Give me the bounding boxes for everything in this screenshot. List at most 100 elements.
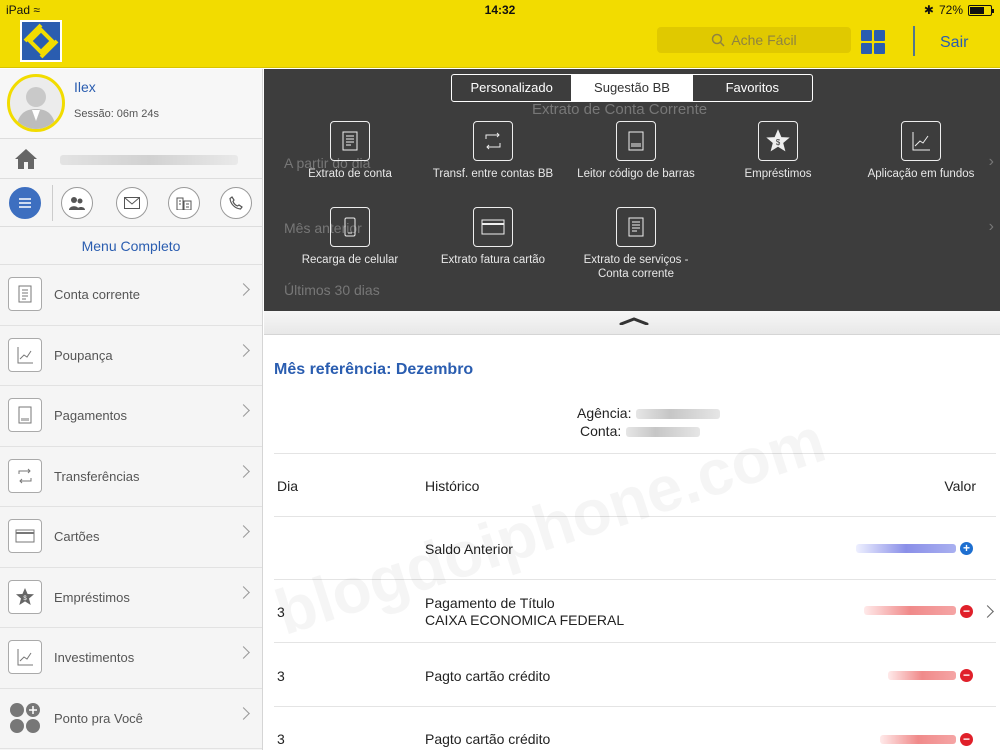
sidebar: Ilex Sessão: 06m 24s Menu Completo Conta… (0, 69, 263, 750)
value-redacted (880, 735, 956, 744)
search-icon (712, 33, 725, 47)
nav-label: Transferências (54, 468, 140, 484)
nav-item-poupanca[interactable]: Poupança (0, 326, 262, 386)
app-header: Ache Fácil Sair (0, 20, 1000, 68)
battery-percent: 72% (938, 3, 963, 17)
status-right: ✱ 72% (923, 3, 994, 17)
ghost-option: Últimos 30 dias (284, 282, 380, 298)
nav-item-emprestimos[interactable]: $ Empréstimos (0, 568, 262, 628)
barcode-icon (8, 398, 42, 432)
account-redacted (626, 427, 700, 437)
nav-item-pagamentos[interactable]: Pagamentos (0, 386, 262, 447)
bluetooth-icon: ✱ (923, 3, 934, 17)
chart-icon (8, 337, 42, 372)
chevron-up-icon (619, 317, 649, 325)
agencies-shortcut-button[interactable] (168, 187, 200, 219)
header-history: Histórico (425, 478, 480, 494)
minus-circle-icon: − (960, 605, 973, 618)
statement-icon (330, 121, 370, 161)
action-label: Aplicação em fundos (867, 168, 975, 180)
statement-icon (616, 207, 656, 247)
session-timer: Sessão: 06m 24s (74, 108, 159, 120)
nav-label: Ponto pra Você (54, 710, 143, 726)
action-transf-entre-contas[interactable]: Transf. entre contas BB (413, 121, 573, 181)
action-extrato-servicos[interactable]: Extrato de serviços - Conta corrente (556, 207, 716, 281)
value-redacted (864, 606, 956, 615)
barcode-icon (616, 121, 656, 161)
tab-personalizado[interactable]: Personalizado (452, 75, 573, 101)
card-icon (473, 207, 513, 247)
chevron-right-icon (237, 404, 250, 417)
search-input[interactable]: Ache Fácil (657, 27, 851, 53)
chevron-right-icon (237, 646, 250, 659)
value-redacted (856, 544, 956, 553)
nav-item-transferencias[interactable]: Transferências (0, 447, 262, 507)
menu-shortcut-button[interactable] (9, 187, 41, 219)
bb-logo[interactable] (20, 20, 62, 62)
action-extrato-conta[interactable]: Extrato de conta (270, 121, 430, 181)
row-history: Pagamento de Título (425, 595, 555, 611)
user-name: Ilex (74, 79, 96, 95)
nav-item-ponto-pra-voce[interactable]: Ponto pra Você (0, 689, 262, 749)
plus-circle-icon: + (960, 542, 973, 555)
row-day: 3 (277, 668, 285, 684)
account-info-redacted (60, 155, 238, 165)
phone-icon (229, 196, 243, 210)
menu-complete-title[interactable]: Menu Completo (0, 227, 262, 265)
star-money-icon: $ (758, 121, 798, 161)
action-label: Leitor código de barras (577, 168, 695, 180)
people-icon (69, 197, 85, 210)
chevron-right-icon (237, 585, 250, 599)
action-extrato-fatura-cartao[interactable]: Extrato fatura cartão (413, 207, 573, 267)
quick-actions-overlay: Extrato de Conta Corrente A partir do di… (264, 69, 1000, 311)
row-history: Saldo Anterior (425, 541, 513, 557)
messages-shortcut-button[interactable] (116, 187, 148, 219)
row-history-detail: CAIXA ECONOMICA FEDERAL (425, 612, 625, 628)
contacts-shortcut-button[interactable] (61, 187, 93, 219)
chevron-right-icon: › (988, 218, 994, 235)
investment-chart-icon (8, 640, 42, 674)
grid-menu-icon[interactable] (861, 30, 885, 54)
action-label: Recarga de celular (301, 254, 399, 266)
header-value: Valor (944, 478, 976, 494)
profile-section[interactable]: Ilex Sessão: 06m 24s (0, 69, 262, 139)
action-leitor-codigo[interactable]: Leitor código de barras (556, 121, 716, 181)
mobile-phone-icon (330, 207, 370, 247)
ghost-title: Extrato de Conta Corrente (532, 101, 708, 118)
transfer-icon (473, 121, 513, 161)
divider (274, 453, 996, 454)
shortcut-divider (52, 185, 53, 221)
shortcut-row (0, 179, 262, 227)
tab-favoritos[interactable]: Favoritos (693, 75, 812, 101)
phone-shortcut-button[interactable] (220, 187, 252, 219)
nav-item-conta-corrente[interactable]: Conta corrente (0, 265, 262, 326)
nav-item-cartoes[interactable]: Cartões (0, 507, 262, 568)
minus-circle-icon: − (960, 669, 973, 682)
chevron-right-icon (237, 706, 250, 720)
logout-button[interactable]: Sair (940, 34, 968, 52)
divider (274, 516, 996, 517)
action-label: Extrato de conta (308, 168, 392, 180)
building-icon (176, 197, 192, 210)
header-divider (913, 26, 915, 56)
action-emprestimos[interactable]: $ Empréstimos (698, 121, 858, 181)
overlay-handle-bar[interactable] (264, 311, 1000, 335)
svg-text:$: $ (776, 138, 781, 147)
nav-item-investimentos[interactable]: Investimentos (0, 628, 262, 689)
row-day: 3 (277, 731, 285, 747)
action-aplicacao-fundos[interactable]: Aplicação em fundos (841, 121, 1000, 181)
action-recarga-celular[interactable]: Recarga de celular (270, 207, 430, 267)
chart-icon (901, 121, 941, 161)
home-row[interactable] (0, 139, 262, 179)
points-icon (8, 701, 42, 735)
account-label: Conta: (580, 423, 622, 439)
nav-label: Empréstimos (54, 589, 130, 605)
star-money-icon: $ (8, 579, 42, 614)
nav-label: Investimentos (54, 650, 135, 665)
status-bar: iPad ≈ 14:32 ✱ 72% (0, 0, 1000, 20)
action-label: Extrato fatura cartão (440, 254, 546, 266)
month-reference: Mês referência: Dezembro (274, 361, 474, 378)
nav-label: Conta corrente (54, 287, 140, 302)
action-label: Empréstimos (744, 168, 812, 180)
tab-sugestao-bb[interactable]: Sugestão BB (572, 75, 693, 101)
